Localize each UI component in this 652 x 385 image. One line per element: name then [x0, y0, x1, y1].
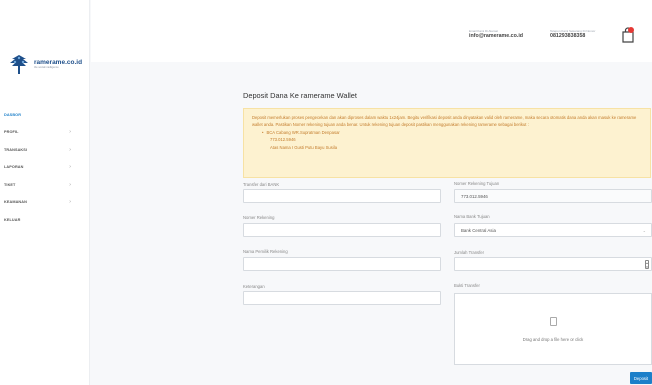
- sidebar-item-profil[interactable]: PROFIL ›: [0, 124, 90, 142]
- notes-input[interactable]: [243, 291, 441, 305]
- transfer-from-label: Transfer dari BANK: [243, 182, 280, 187]
- sidebar-item-label: LAPORAN: [4, 165, 24, 170]
- file-upload-icon: [550, 317, 557, 326]
- notice-account: 773.012.5946: [270, 137, 296, 143]
- dest-bank-select[interactable]: Bank Central Asia ⌄: [454, 223, 652, 237]
- sidebar-item-label: DASBOR: [4, 112, 22, 117]
- cart-badge: [628, 27, 634, 33]
- phone-contact: Telepon Kami Sekarang Di Nomor 081293838…: [550, 29, 595, 39]
- dest-bank-label: Nama Bank Tujuan: [454, 214, 490, 219]
- transfer-from-input[interactable]: [243, 189, 441, 203]
- brand-logo[interactable]: ramerame.co.id the social intelligence: [8, 53, 86, 75]
- dest-account-input[interactable]: 773.012.5946: [454, 189, 652, 203]
- brand-name: ramerame.co.id: [34, 59, 83, 66]
- main-content: Deposit Dana Ke ramerame Wallet Deposit …: [230, 62, 652, 385]
- phone-value[interactable]: 081293838358: [550, 33, 595, 39]
- tree-icon: [10, 55, 28, 74]
- sidebar-menu: DASBOR PROFIL › TRANSAKSI › LAPORAN › TIKET…: [0, 106, 90, 229]
- sidebar-item-dasbor[interactable]: DASBOR: [0, 106, 90, 124]
- email-value[interactable]: info@ramerame.co.id: [469, 33, 523, 39]
- notice-bank: BCA Cabang WR.Supratman Denpasar: [262, 129, 642, 136]
- dest-bank-value: Bank Central Asia: [461, 227, 496, 233]
- sidebar-item-transaksi[interactable]: TRANSAKSI ›: [0, 141, 90, 159]
- chevron-right-icon: ›: [69, 181, 71, 188]
- chevron-right-icon: ›: [69, 129, 71, 136]
- deposit-notice: Deposit memerlukan proses pengecekan dan…: [243, 108, 651, 178]
- notice-holder: Atas Nama I Gusti Putu Bayu Susila: [270, 144, 338, 150]
- notice-bank-text: BCA Cabang WR.Supratman Denpasar: [266, 129, 340, 135]
- account-number-label: Nomer Rekening: [243, 215, 275, 220]
- sidebar-item-laporan[interactable]: LAPORAN ›: [0, 159, 90, 177]
- page-title: Deposit Dana Ke ramerame Wallet: [243, 91, 357, 100]
- account-number-input[interactable]: [243, 223, 441, 237]
- chevron-down-icon: ⌄: [642, 228, 646, 233]
- sidebar: ramerame.co.id the social intelligence D…: [0, 0, 90, 385]
- sidebar-item-label: PROFIL: [4, 130, 19, 135]
- amount-label: Jumlah Transfer: [454, 250, 485, 255]
- sidebar-item-label: KEAMANAN: [4, 200, 27, 205]
- chevron-right-icon: ›: [69, 199, 71, 206]
- account-owner-label: Nama Pemilik Rekening: [243, 249, 288, 254]
- sidebar-item-label: TIKET: [4, 182, 16, 187]
- email-contact: Email Kami Di Alamat info@ramerame.co.id: [469, 29, 523, 39]
- chevron-right-icon: ›: [69, 146, 71, 153]
- dest-account-label: Nomer Rekening Tujuan: [454, 181, 500, 186]
- proof-label: Bukti Transfer: [454, 283, 480, 288]
- top-header: Email Kami Di Alamat info@ramerame.co.id…: [91, 0, 652, 62]
- dropzone-text: Drag and drop a file here or click: [522, 337, 584, 342]
- sidebar-item-label: KELUAR: [4, 217, 21, 222]
- notice-text: Deposit memerlukan proses pengecekan dan…: [252, 115, 637, 128]
- sidebar-item-keluar[interactable]: KELUAR: [0, 211, 90, 229]
- sidebar-item-tiket[interactable]: TIKET ›: [0, 176, 90, 194]
- amount-input[interactable]: ▴ ▾: [454, 257, 652, 271]
- file-dropzone[interactable]: Drag and drop a file here or click: [454, 293, 652, 365]
- brand-tagline: the social intelligence: [34, 66, 59, 69]
- deposit-button[interactable]: Deposit: [630, 372, 652, 384]
- sidebar-item-label: TRANSAKSI: [4, 147, 28, 152]
- sidebar-item-keamanan[interactable]: KEAMANAN ›: [0, 194, 90, 212]
- chevron-right-icon: ›: [69, 164, 71, 171]
- number-stepper-icon[interactable]: ▴ ▾: [645, 260, 649, 269]
- notes-label: Keterangan: [243, 284, 265, 289]
- account-owner-input[interactable]: [243, 257, 441, 271]
